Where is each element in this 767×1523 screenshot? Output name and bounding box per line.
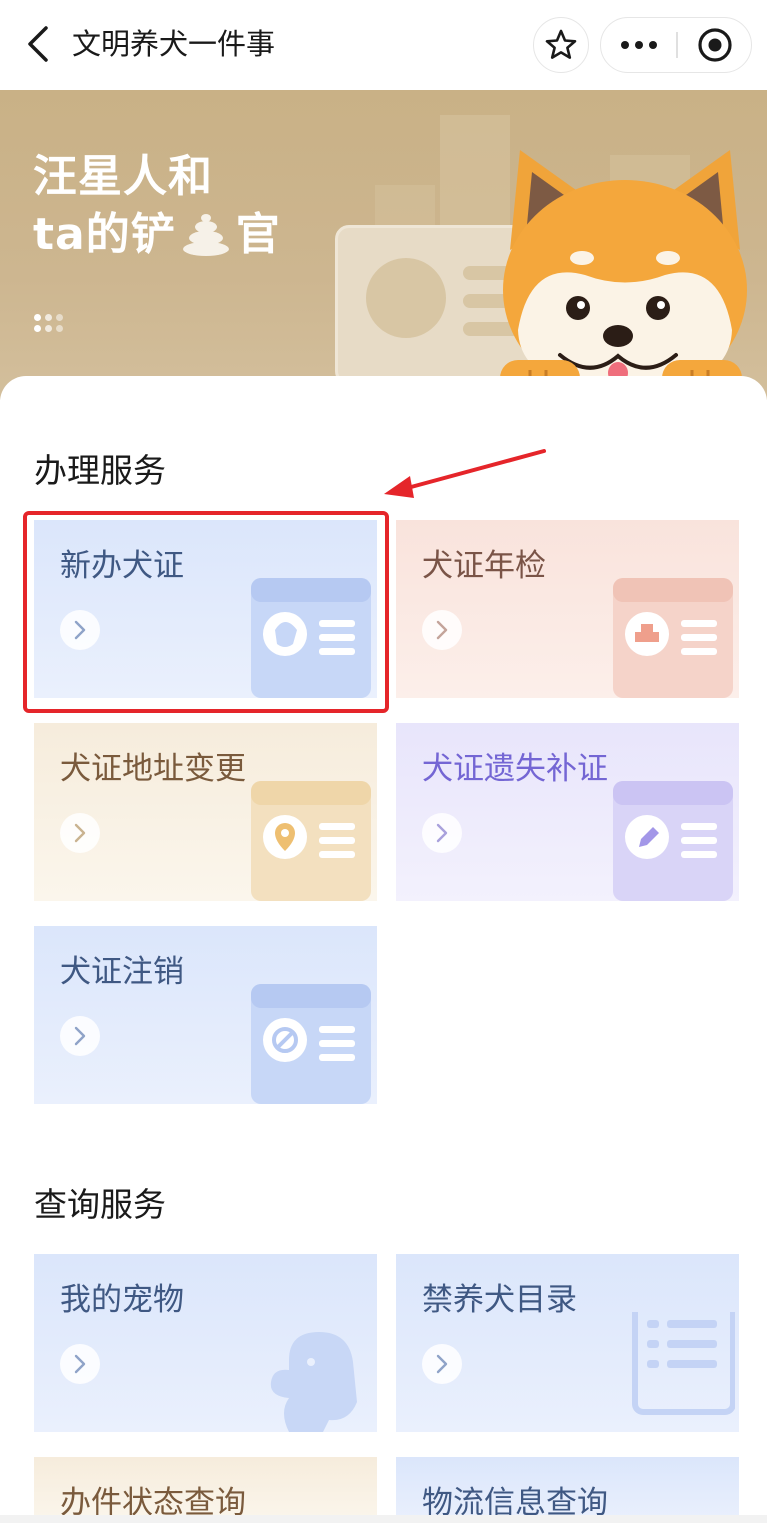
chevron-left-icon [28,26,48,62]
tile-banned-dog-list[interactable]: 禁养犬目录 [396,1254,739,1432]
chevron-right-icon [422,813,462,853]
tile-label: 犬证遗失补证 [422,751,608,787]
tile-logistics-info[interactable]: 物流信息查询 [396,1457,739,1523]
tile-address-change[interactable]: 犬证地址变更 [34,723,377,901]
chevron-right-icon [422,610,462,650]
poop-icon [182,214,229,256]
navigation-bar: 文明养犬一件事 [0,0,767,90]
banner[interactable]: 汪星人和 ta的铲 官 [0,90,767,400]
tile-label: 犬证年检 [422,548,546,584]
star-icon [545,29,577,59]
chevron-right-icon [422,1344,462,1384]
tile-annual-inspection[interactable]: 犬证年检 [396,520,739,698]
chevron-right-icon [60,813,100,853]
bottom-edge [0,1515,767,1523]
section-title-handle-services: 办理服务 [34,451,166,490]
dog-silhouette-icon [270,1332,357,1432]
location-card-icon [251,781,371,901]
banner-title-line1: 汪星人和 [33,151,213,202]
banner-title-line2: ta的铲 [33,209,176,260]
tile-label: 禁养犬目录 [422,1282,577,1318]
banner-title-line2-end: 官 [235,209,281,260]
tile-license-cancellation[interactable]: 犬证注销 [34,926,377,1104]
tile-my-pets[interactable]: 我的宠物 [34,1254,377,1432]
annotation-arrow-icon [384,449,546,498]
tile-label: 犬证地址变更 [60,751,246,787]
close-miniprogram-button[interactable] [678,18,751,71]
carousel-indicator [34,314,68,336]
chevron-right-icon [60,1344,100,1384]
favorite-button[interactable] [533,17,589,73]
stamp-card-icon [613,578,733,698]
page-title: 文明养犬一件事 [72,27,276,61]
cancel-card-icon [251,984,371,1104]
target-circle-icon [697,27,732,62]
highlight-annotation-box [23,511,389,713]
tile-label: 犬证注销 [60,954,184,990]
back-button[interactable] [18,22,58,66]
tile-application-status[interactable]: 办件状态查询 [34,1457,377,1523]
more-button[interactable] [601,18,677,71]
tile-label: 我的宠物 [60,1282,184,1318]
chevron-right-icon [60,1016,100,1056]
tile-lost-license-reissue[interactable]: 犬证遗失补证 [396,723,739,901]
banner-title: 汪星人和 ta的铲 官 [33,148,281,264]
shiba-dog-illustration [500,150,747,400]
more-dots-icon [621,40,657,49]
pencil-card-icon [613,781,733,901]
miniprogram-capsule [600,17,752,73]
document-list-icon [632,1312,735,1415]
section-title-query-services: 查询服务 [34,1185,166,1224]
